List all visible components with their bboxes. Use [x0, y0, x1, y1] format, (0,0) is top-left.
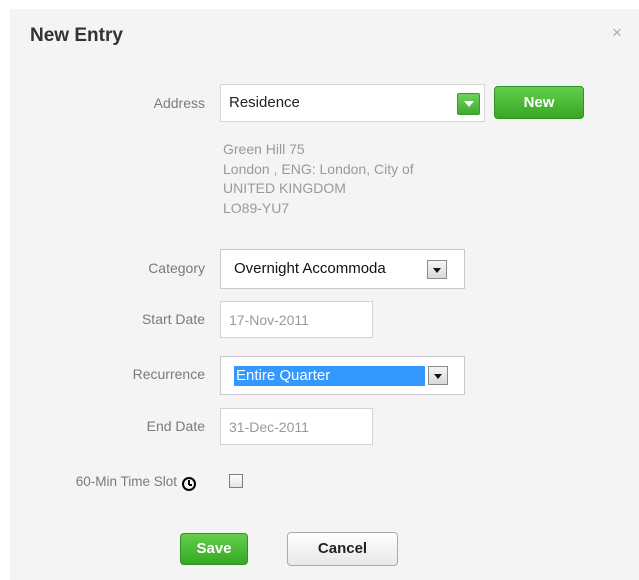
address-details: Green Hill 75 London , ENG: London, City… [223, 140, 414, 218]
recurrence-dropdown-button[interactable] [428, 366, 448, 385]
address-selected-value: Residence [229, 94, 300, 111]
recurrence-selected-value: Entire Quarter [234, 366, 425, 386]
end-date-label: End Date [146, 418, 205, 434]
save-button[interactable]: Save [180, 533, 248, 565]
category-selected-value: Overnight Accommoda [234, 260, 386, 277]
dialog-title: New Entry [30, 25, 123, 46]
category-dropdown-button[interactable] [427, 260, 447, 279]
chevron-down-icon [464, 101, 474, 107]
address-dropdown-button[interactable] [457, 93, 480, 115]
recurrence-label: Recurrence [132, 366, 205, 382]
new-address-button[interactable]: New [494, 86, 584, 119]
category-label: Category [148, 260, 205, 276]
recurrence-select[interactable]: Entire Quarter [220, 356, 465, 395]
clock-icon [182, 477, 196, 491]
start-date-label: Start Date [141, 311, 205, 327]
address-line: Green Hill 75 [223, 141, 305, 157]
chevron-down-icon [433, 268, 441, 273]
end-date-field[interactable]: 31-Dec-2011 [220, 408, 373, 445]
address-line: UNITED KINGDOM [223, 180, 346, 196]
address-line: LO89-YU7 [223, 199, 290, 216]
chevron-down-icon [434, 374, 442, 379]
start-date-field[interactable]: 17-Nov-2011 [220, 301, 373, 338]
time-slot-label: 60-Min Time Slot [75, 474, 177, 489]
address-select[interactable]: Residence [220, 84, 485, 122]
close-icon[interactable]: × [612, 23, 622, 43]
time-slot-checkbox[interactable] [229, 474, 243, 488]
address-line: London , ENG: London, City of [223, 160, 414, 177]
address-label: Address [153, 95, 205, 111]
category-select[interactable]: Overnight Accommoda [220, 249, 465, 289]
cancel-button[interactable]: Cancel [287, 532, 398, 566]
new-entry-dialog: New Entry × Address Residence New Green … [10, 9, 639, 580]
